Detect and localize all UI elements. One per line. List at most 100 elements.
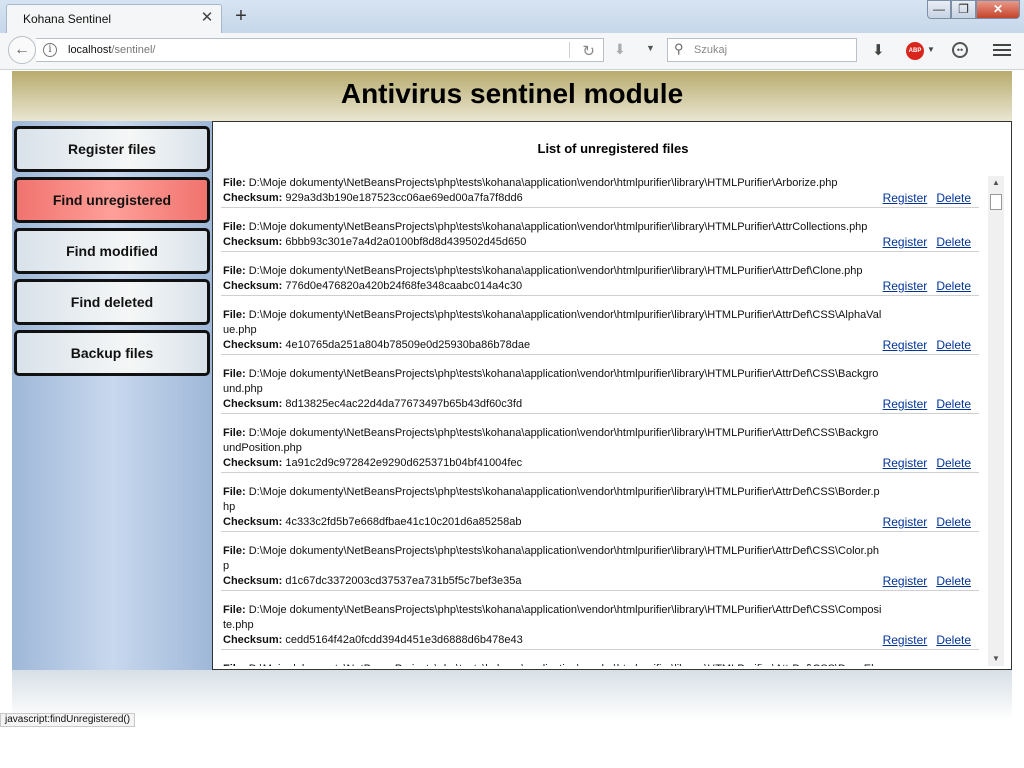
- file-path-line: File: D:\Moje dokumenty\NetBeansProjects…: [223, 367, 883, 397]
- url-bar[interactable]: i localhost/sentinel/ ↻: [36, 38, 604, 62]
- checksum-line: Checksum: 929a3d3b190e187523cc06ae69ed00…: [223, 191, 977, 206]
- delete-link[interactable]: Delete: [936, 633, 971, 647]
- checksum-line: Checksum: 4e10765da251a804b78509e0d25930…: [223, 338, 977, 353]
- find-unregistered-button[interactable]: Find unregistered: [14, 177, 210, 223]
- backup-files-button[interactable]: Backup files: [14, 330, 210, 376]
- file-list[interactable]: File: D:\Moje dokumenty\NetBeansProjects…: [221, 176, 987, 666]
- close-window-button[interactable]: ✕: [976, 0, 1020, 19]
- delete-link[interactable]: Delete: [936, 574, 971, 588]
- close-tab-icon[interactable]: ✕: [199, 10, 215, 26]
- file-entries: File: D:\Moje dokumenty\NetBeansProjects…: [221, 176, 987, 666]
- delete-link[interactable]: Delete: [936, 191, 971, 205]
- vertical-scrollbar[interactable]: ▲ ▼: [988, 176, 1004, 666]
- find-deleted-button[interactable]: Find deleted: [14, 279, 210, 325]
- delete-link[interactable]: Delete: [936, 515, 971, 529]
- list-item: File: D:\Moje dokumenty\NetBeansProjects…: [221, 544, 979, 591]
- entry-actions: Register Delete: [877, 338, 971, 354]
- browser-tab-strip: Kohana Sentinel ✕ + — ❐ ✕: [0, 0, 1024, 33]
- hamburger-menu-icon[interactable]: [993, 41, 1011, 59]
- file-path-line: File: D:\Moje dokumenty\NetBeansProjects…: [223, 603, 883, 633]
- new-tab-button[interactable]: +: [230, 6, 252, 28]
- page-title: Antivirus sentinel module: [340, 78, 684, 109]
- register-link[interactable]: Register: [883, 515, 928, 529]
- status-bar: javascript:findUnregistered(): [0, 713, 136, 727]
- register-link[interactable]: Register: [883, 338, 928, 352]
- checksum-line: Checksum: 776d0e476820a420b24f68fe348caa…: [223, 279, 977, 294]
- delete-link[interactable]: Delete: [936, 279, 971, 293]
- register-link[interactable]: Register: [883, 235, 928, 249]
- file-path: D:\Moje dokumenty\NetBeansProjects\php\t…: [223, 604, 882, 631]
- delete-link[interactable]: Delete: [936, 235, 971, 249]
- url-text: localhost/sentinel/: [68, 44, 155, 56]
- arrow-left-icon: ←: [14, 41, 30, 58]
- file-label: File:: [223, 177, 246, 189]
- file-path-line: File: D:\Moje dokumenty\NetBeansProjects…: [223, 308, 883, 338]
- url-host: localhost: [68, 44, 112, 56]
- scroll-down-arrow-icon[interactable]: ▼: [988, 652, 1004, 666]
- file-path: D:\Moje dokumenty\NetBeansProjects\php\t…: [248, 177, 838, 189]
- register-link[interactable]: Register: [883, 397, 928, 411]
- file-label: File:: [223, 663, 246, 666]
- find-modified-button[interactable]: Find modified: [14, 228, 210, 274]
- dropdown-arrow-icon[interactable]: ▼: [646, 43, 655, 53]
- file-path: D:\Moje dokumenty\NetBeansProjects\php\t…: [223, 368, 879, 395]
- file-path: D:\Moje dokumenty\NetBeansProjects\php\t…: [223, 545, 880, 572]
- smiley-icon[interactable]: ••: [952, 42, 968, 58]
- checksum-line: Checksum: 1a91c2d9c972842e9290d625371b04…: [223, 456, 977, 471]
- checksum-value: 4c333c2fd5b7e668dfbae41c10c201d6a85258ab: [285, 516, 522, 528]
- minimize-window-button[interactable]: —: [927, 0, 951, 19]
- browser-tab[interactable]: Kohana Sentinel ✕: [6, 4, 222, 33]
- register-link[interactable]: Register: [883, 191, 928, 205]
- register-files-button[interactable]: Register files: [14, 126, 210, 172]
- checksum-value: 8d13825ec4ac22d4da77673497b65b43df60c3fd: [285, 398, 523, 410]
- adblock-dropdown-icon[interactable]: ▼: [927, 45, 935, 54]
- entry-actions: Register Delete: [877, 397, 971, 413]
- search-input[interactable]: ⚲ Szukaj: [667, 38, 857, 62]
- register-link[interactable]: Register: [883, 456, 928, 470]
- checksum-value: 4e10765da251a804b78509e0d25930ba86b78dae: [285, 339, 531, 351]
- tab-title: Kohana Sentinel: [23, 12, 112, 26]
- adblock-icon[interactable]: ABP: [906, 42, 924, 60]
- file-path-line: File: D:\Moje dokumenty\NetBeansProjects…: [223, 426, 883, 456]
- info-icon[interactable]: i: [43, 43, 57, 57]
- entry-actions: Register Delete: [877, 574, 971, 590]
- search-icon: ⚲: [674, 41, 684, 56]
- delete-link[interactable]: Delete: [936, 397, 971, 411]
- scroll-thumb[interactable]: [990, 194, 1002, 210]
- file-label: File:: [223, 221, 246, 233]
- reload-icon[interactable]: ↻: [582, 42, 595, 60]
- page-content: Antivirus sentinel module Register files…: [0, 71, 1024, 768]
- file-path: D:\Moje dokumenty\NetBeansProjects\php\t…: [223, 309, 882, 336]
- register-link[interactable]: Register: [883, 279, 928, 293]
- list-item: File: D:\Moje dokumenty\NetBeansProjects…: [221, 308, 979, 355]
- file-path: D:\Moje dokumenty\NetBeansProjects\php\t…: [248, 265, 863, 277]
- download-arrow-icon[interactable]: ⬇: [614, 41, 626, 58]
- file-label: File:: [223, 486, 246, 498]
- checksum-label: Checksum:: [223, 339, 283, 351]
- list-item: File: D:\Moje dokumenty\NetBeansProjects…: [221, 176, 979, 208]
- delete-link[interactable]: Delete: [936, 338, 971, 352]
- checksum-label: Checksum:: [223, 398, 283, 410]
- list-item: File: D:\Moje dokumenty\NetBeansProjects…: [221, 426, 979, 473]
- download-icon[interactable]: ⬇: [872, 41, 885, 59]
- scroll-up-arrow-icon[interactable]: ▲: [988, 176, 1004, 190]
- search-placeholder: Szukaj: [694, 44, 728, 56]
- file-path-line: File: D:\Moje dokumenty\NetBeansProjects…: [223, 485, 883, 515]
- checksum-value: 6bbb93c301e7a4d2a0100bf8d8d439502d45d650: [285, 236, 527, 248]
- file-path-line: File: D:\Moje dokumenty\NetBeansProjects…: [223, 544, 883, 574]
- back-button[interactable]: ←: [8, 36, 36, 64]
- main-panel: List of unregistered files File: D:\Moje…: [212, 121, 1012, 670]
- checksum-line: Checksum: 4c333c2fd5b7e668dfbae41c10c201…: [223, 515, 977, 530]
- list-item: File: D:\Moje dokumenty\NetBeansProjects…: [221, 264, 979, 296]
- file-label: File:: [223, 368, 246, 380]
- file-label: File:: [223, 265, 246, 277]
- page-footer: [12, 670, 1012, 720]
- delete-link[interactable]: Delete: [936, 456, 971, 470]
- navigation-toolbar: ← i localhost/sentinel/ ↻ ⬇ ▼ ⚲ Szukaj ⬇…: [0, 33, 1024, 70]
- maximize-window-button[interactable]: ❐: [951, 0, 976, 19]
- register-link[interactable]: Register: [883, 633, 928, 647]
- register-link[interactable]: Register: [883, 574, 928, 588]
- file-path: D:\Moje dokumenty\NetBeansProjects\php\t…: [223, 486, 880, 513]
- list-item: File: D:\Moje dokumenty\NetBeansProjects…: [221, 220, 979, 252]
- checksum-line: Checksum: cedd5164f42a0fcdd394d451e3d688…: [223, 633, 977, 648]
